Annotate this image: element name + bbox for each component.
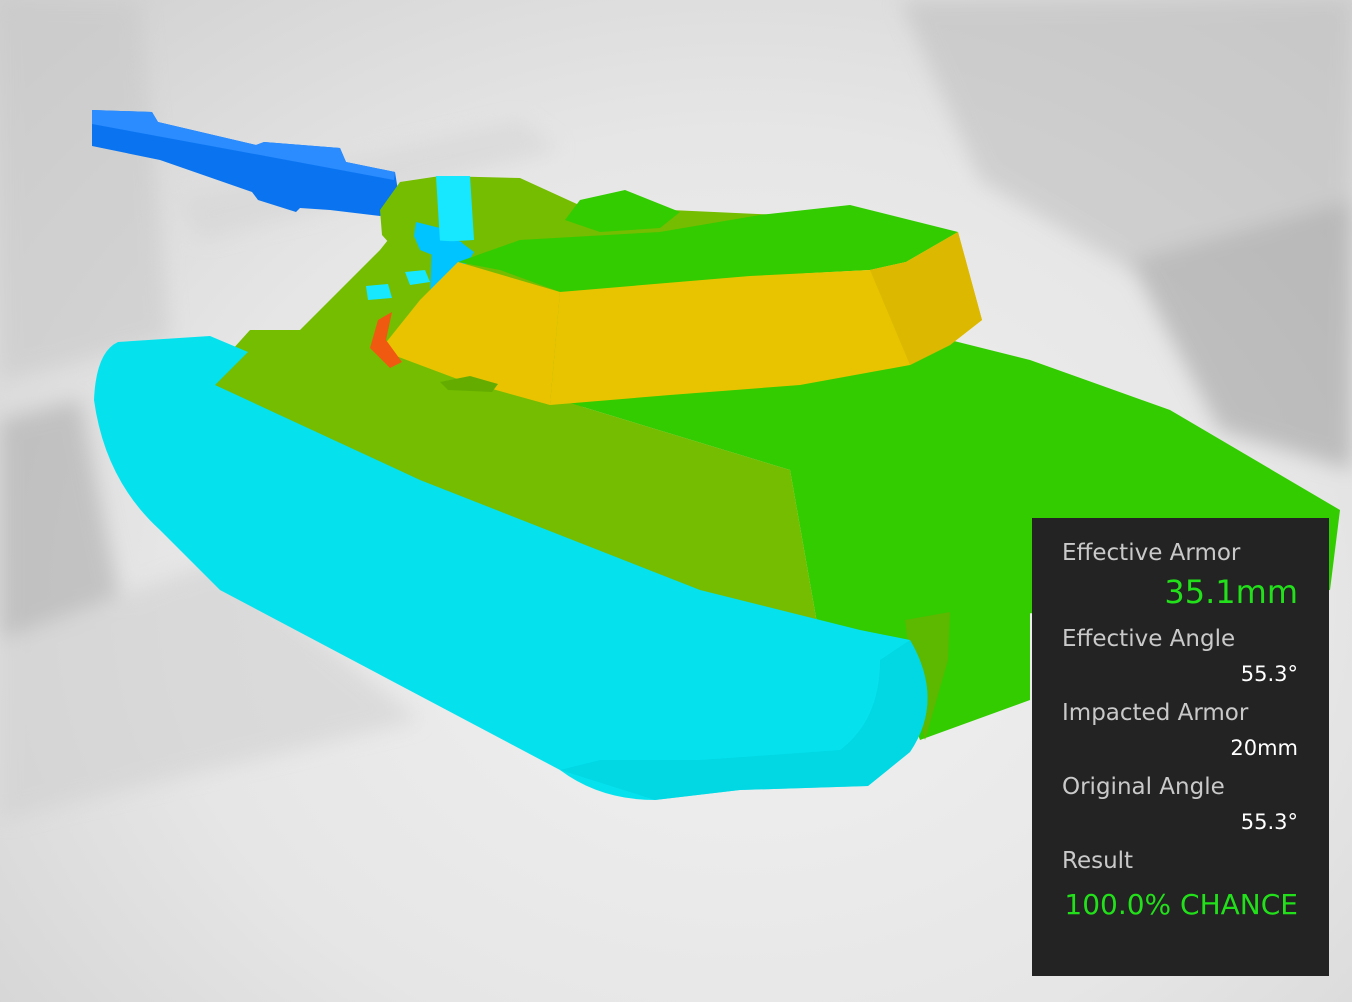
original-angle-value: 55.3° xyxy=(1240,810,1298,834)
effective-armor-value: 35.1mm xyxy=(1164,573,1298,611)
armor-info-panel: Effective Armor 35.1mm Effective Angle 5… xyxy=(1032,518,1329,976)
impacted-armor-label: Impacted Armor xyxy=(1062,700,1249,726)
effective-angle-value: 55.3° xyxy=(1240,662,1298,686)
effective-angle-label: Effective Angle xyxy=(1062,626,1236,652)
impacted-armor-value: 20mm xyxy=(1230,736,1298,760)
result-label: Result xyxy=(1062,848,1134,874)
result-value: 100.0% CHANCE xyxy=(1064,888,1298,921)
turret-cupola[interactable] xyxy=(565,190,680,232)
original-angle-label: Original Angle xyxy=(1062,774,1225,800)
effective-armor-label: Effective Armor xyxy=(1062,540,1241,566)
